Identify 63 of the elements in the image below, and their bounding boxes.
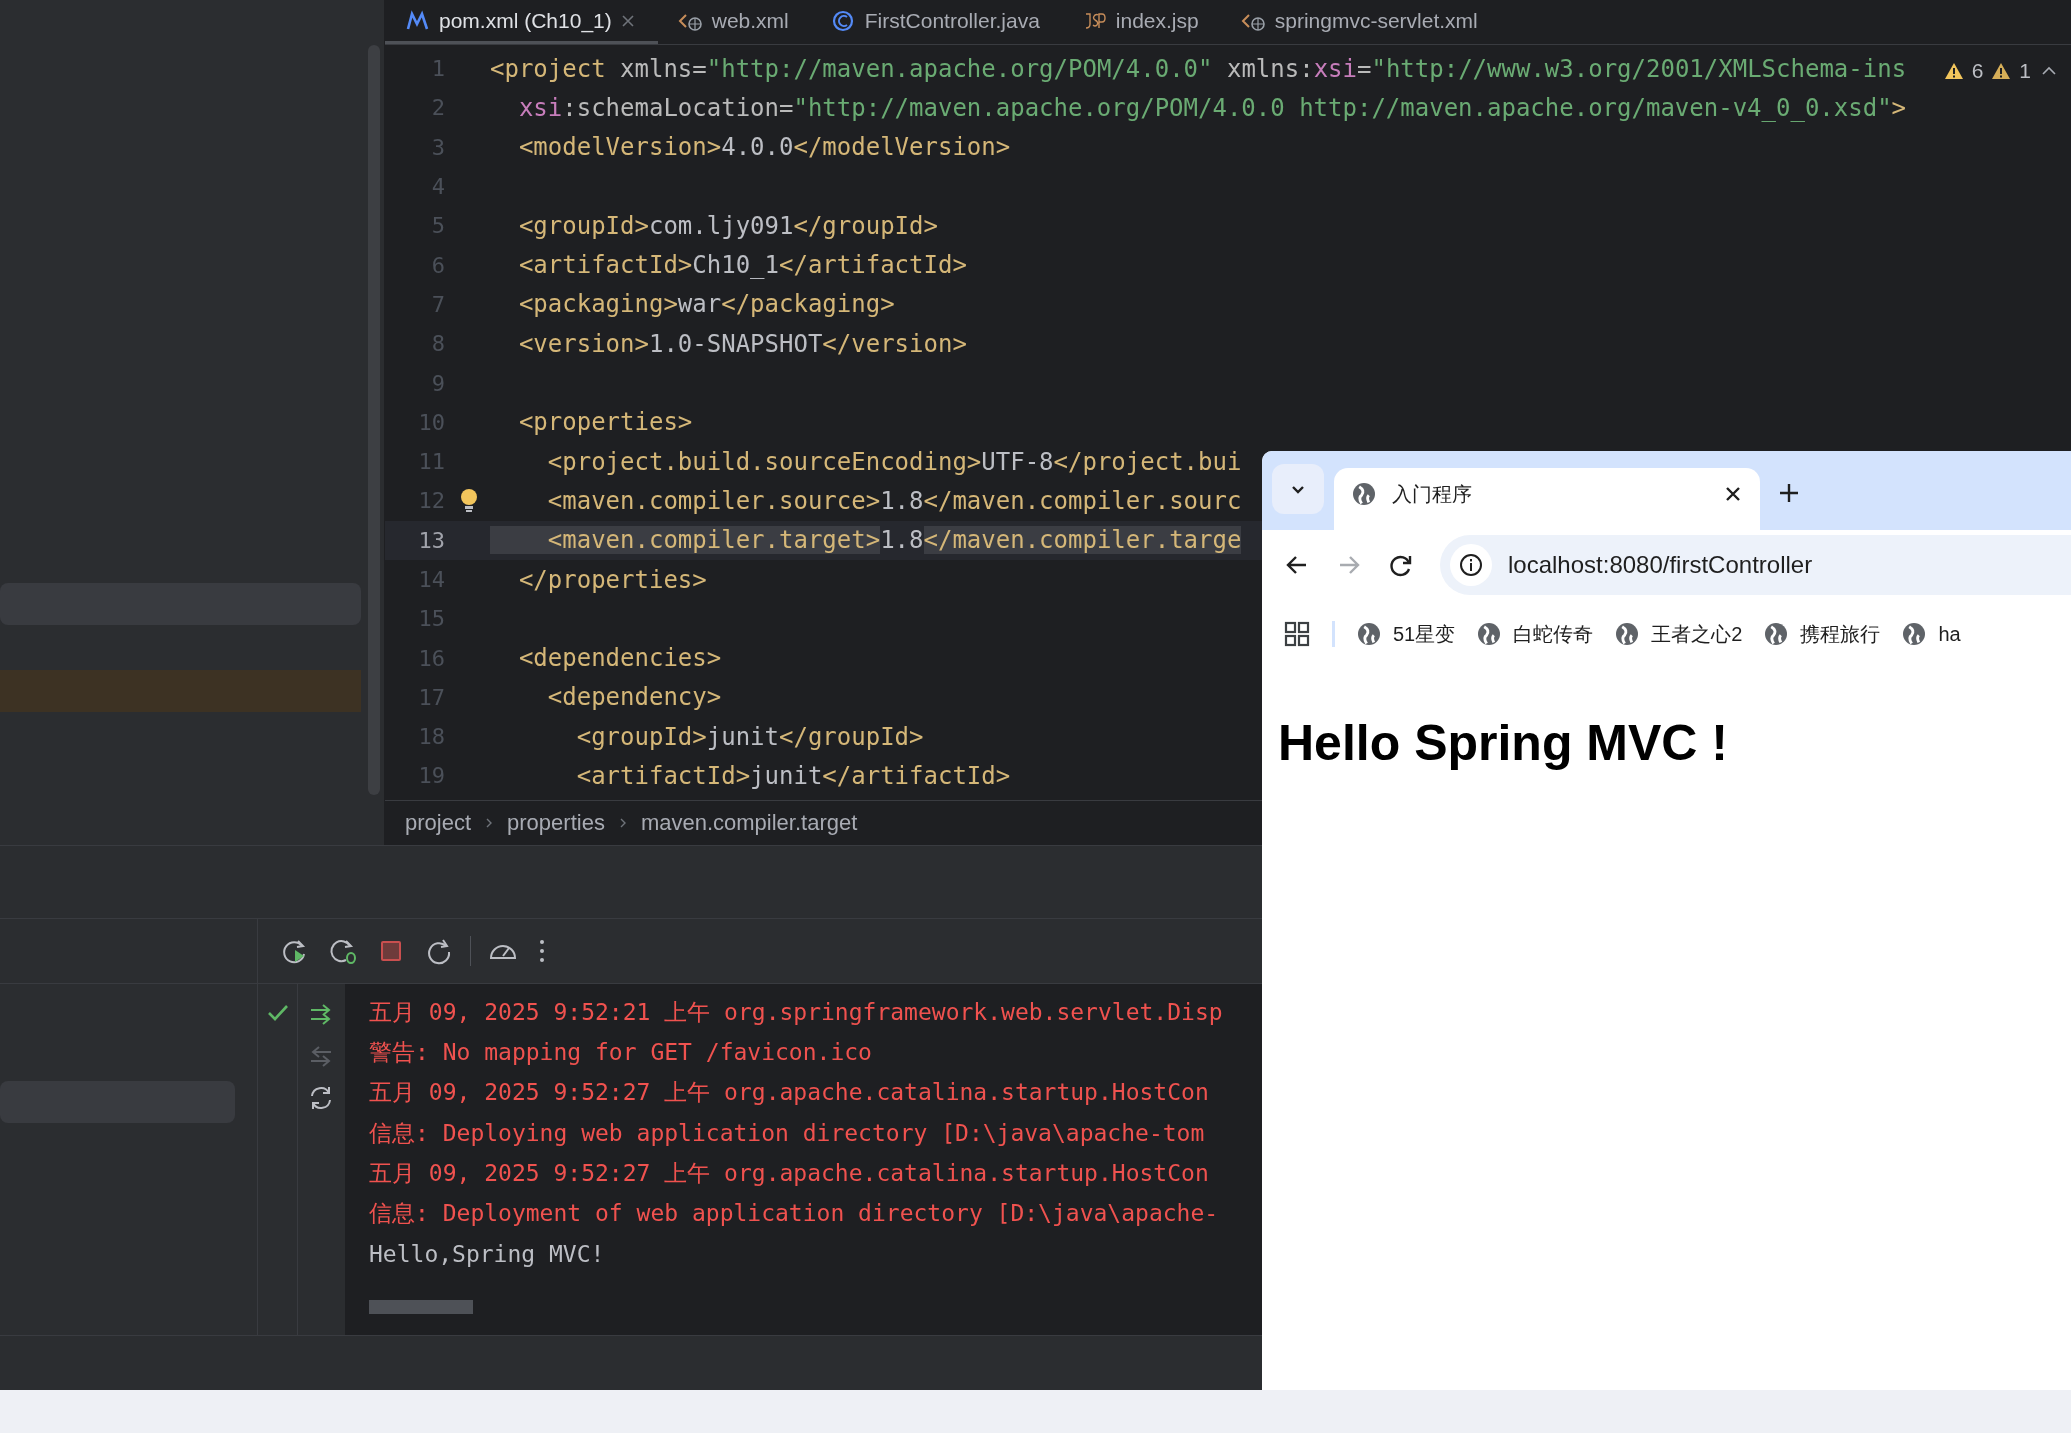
code-line: <dependencies>	[517, 644, 722, 673]
chevron-icon	[618, 816, 627, 830]
code-line: <artifactId>Ch10_1</artifactId>	[517, 251, 967, 280]
console-line: 信息: Deploying web application directory [D:\java\apache-tom	[369, 1118, 1205, 1148]
code-line: <project.build.sourceEncoding>UTF-8</project.bui	[546, 447, 1242, 476]
globe-icon	[1615, 622, 1640, 646]
code-line: <project xmlns="http://maven.apache.org/POM/4.0.0" xmlns:xsi="http://www.w3.org/2001/XMLSchema-ins	[490, 54, 1907, 83]
code-line: <groupId>com.ljy091</groupId>	[517, 211, 938, 240]
console-line: 警告: No mapping for GET /favicon.ico	[369, 1037, 872, 1067]
info-icon	[1459, 553, 1483, 577]
code-line: <properties>	[517, 408, 693, 437]
bookmark[interactable]: 51星变	[1357, 620, 1456, 648]
code-line: <dependency>	[546, 683, 722, 712]
warning-count[interactable]: 6	[1971, 59, 1984, 83]
browser-tab[interactable]: 入门程序	[1334, 468, 1760, 530]
editor-tab[interactable]: FirstController.java	[810, 0, 1062, 44]
plus-icon	[1778, 482, 1800, 504]
warning-icon	[1943, 61, 1964, 81]
breadcrumb[interactable]: maven.compiler.target	[640, 810, 858, 836]
line-number: 13	[417, 527, 445, 553]
weak-warning-count[interactable]: 1	[2019, 59, 2031, 83]
editor-tab[interactable]: pom.xml (Ch10_1)	[385, 0, 658, 44]
chevron-icon	[485, 816, 494, 830]
more-icon	[537, 937, 547, 965]
code-line: <packaging>war</packaging>	[517, 290, 895, 319]
code-line: <maven.compiler.target>1.8</maven.compiler.targe	[490, 526, 1242, 555]
bookmark[interactable]: 白蛇传奇	[1477, 620, 1594, 648]
bookmark[interactable]: ha	[1902, 622, 1961, 646]
code-line: <modelVersion>4.0.0</modelVersion>	[517, 133, 1011, 162]
editor-tab[interactable]: web.xml	[657, 0, 811, 44]
globe-icon	[1764, 622, 1789, 646]
editor-tab[interactable]: springmvc-servlet.xml	[1220, 0, 1500, 44]
code-line: <version>1.0-SNAPSHOT</version>	[517, 329, 967, 358]
site-info-button[interactable]	[1450, 544, 1492, 586]
apps-icon[interactable]	[1284, 621, 1310, 647]
console-line: 五月 09, 2025 9:52:21 上午 org.springframework.web.servlet.Disp	[369, 997, 1223, 1027]
address-bar[interactable]: localhost:8080/firstController	[1440, 535, 2071, 595]
code-line: </properties>	[517, 565, 707, 594]
globe-icon	[1477, 622, 1502, 646]
console-line: 五月 09, 2025 9:52:27 上午 org.apache.catalina.startup.HostCon	[369, 1158, 1209, 1188]
bookmark[interactable]: 王者之心2	[1615, 620, 1743, 648]
editor-tab[interactable]: index.jsp	[1061, 0, 1221, 44]
code-line: <groupId>junit</groupId>	[575, 722, 924, 751]
new-tab-button[interactable]	[1778, 482, 1800, 504]
globe-icon	[1352, 482, 1376, 506]
code-line: <maven.compiler.source>1.8</maven.compiler.sourc	[546, 486, 1242, 515]
bookmark[interactable]: 携程旅行	[1764, 620, 1881, 648]
globe-icon	[1357, 622, 1381, 646]
page-heading: Hello Spring MVC !	[1278, 714, 1729, 772]
horizontal-scrollbar[interactable]	[369, 1300, 473, 1315]
console-line: 信息: Deployment of web application directory [D:\java\apache-	[369, 1199, 1219, 1229]
warning-icon	[1991, 61, 2012, 81]
breadcrumb[interactable]: properties	[507, 810, 605, 836]
breadcrumb[interactable]: project	[405, 810, 472, 836]
code-line: <artifactId>junit</artifactId>	[575, 762, 1011, 790]
close-icon[interactable]	[1724, 485, 1742, 503]
code-line: xsi:schemaLocation="http://maven.apache.org/POM/4.0.0 http://maven.apache.org/maven-v4_0_0.xsd">	[517, 93, 1907, 122]
console-line: 五月 09, 2025 9:52:27 上午 org.apache.catalina.startup.HostCon	[369, 1078, 1209, 1108]
console-line: Hello,Spring MVC!	[369, 1240, 605, 1267]
tab-title: 入门程序	[1392, 481, 1473, 507]
lightbulb-icon[interactable]	[458, 486, 480, 515]
globe-icon	[1902, 622, 1927, 646]
url-text: localhost:8080/firstController	[1508, 551, 1813, 579]
